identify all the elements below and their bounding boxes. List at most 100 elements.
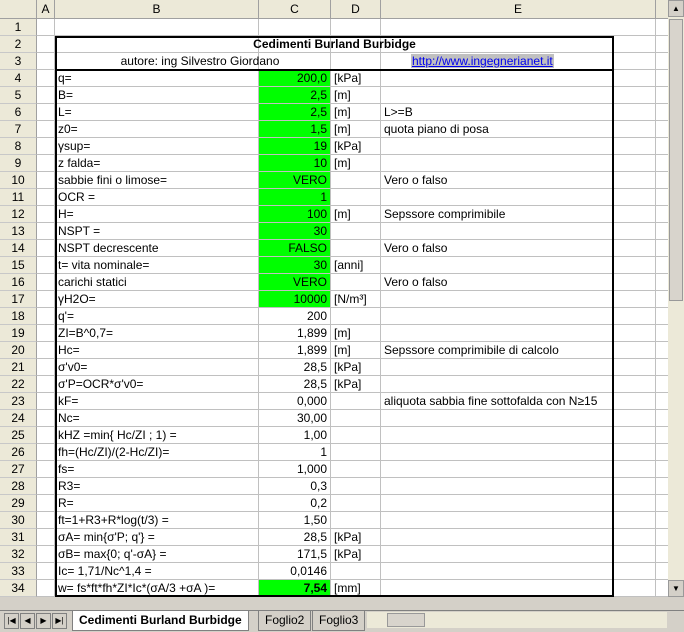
row-header[interactable]: 33 — [0, 563, 37, 580]
row-header[interactable]: 20 — [0, 342, 37, 359]
cell-note[interactable] — [381, 155, 656, 172]
row-header[interactable]: 23 — [0, 393, 37, 410]
row-header[interactable]: 26 — [0, 444, 37, 461]
cell-label[interactable]: q'= — [55, 308, 259, 325]
cell-f[interactable] — [656, 87, 668, 104]
scroll-up-icon[interactable]: ▲ — [668, 0, 684, 17]
cell-note[interactable] — [381, 308, 656, 325]
cell-a[interactable] — [37, 172, 55, 189]
cell-f[interactable] — [656, 240, 668, 257]
cell-note[interactable] — [381, 512, 656, 529]
cell-label[interactable]: ft=1+R3+R*log(t/3) = — [55, 512, 259, 529]
cell-value[interactable]: 0,3 — [259, 478, 331, 495]
cell-a[interactable] — [37, 223, 55, 240]
vertical-scroll-thumb[interactable] — [669, 19, 683, 301]
cell-unit[interactable] — [331, 240, 381, 257]
cell-a[interactable] — [37, 563, 55, 580]
cell-a[interactable] — [37, 70, 55, 87]
cell-label[interactable]: R3= — [55, 478, 259, 495]
cell-f[interactable] — [656, 274, 668, 291]
cell-unit[interactable] — [331, 478, 381, 495]
cell-f[interactable] — [656, 359, 668, 376]
cell-note[interactable] — [381, 461, 656, 478]
row-header[interactable]: 9 — [0, 155, 37, 172]
cell-note[interactable]: Vero o falso — [381, 172, 656, 189]
cell-label[interactable]: NSPT = — [55, 223, 259, 240]
cell-note[interactable] — [381, 19, 656, 36]
row-header[interactable]: 10 — [0, 172, 37, 189]
row-header[interactable]: 5 — [0, 87, 37, 104]
cell-label[interactable]: sabbie fini o limose= — [55, 172, 259, 189]
cell-a[interactable] — [37, 121, 55, 138]
cell-a[interactable] — [37, 291, 55, 308]
cell-unit[interactable]: [kPa] — [331, 376, 381, 393]
cell-note[interactable] — [381, 257, 656, 274]
cell-unit[interactable] — [331, 427, 381, 444]
tab-cedimenti[interactable]: Cedimenti Burland Burbidge — [72, 611, 249, 631]
cell-note[interactable] — [381, 546, 656, 563]
cell-a[interactable] — [37, 495, 55, 512]
cell-note[interactable] — [381, 291, 656, 308]
cell-unit[interactable]: [kPa] — [331, 546, 381, 563]
cell-value[interactable]: 0,000 — [259, 393, 331, 410]
cell-unit[interactable] — [331, 512, 381, 529]
cell-f[interactable] — [656, 325, 668, 342]
cell-f[interactable] — [656, 478, 668, 495]
row-header[interactable]: 16 — [0, 274, 37, 291]
cell-value[interactable]: 30 — [259, 223, 331, 240]
row-header[interactable]: 19 — [0, 325, 37, 342]
cell-a[interactable] — [37, 206, 55, 223]
cell-value[interactable]: 2,5 — [259, 104, 331, 121]
cell-label[interactable]: kHZ =min{ Hc/ZI ; 1) = — [55, 427, 259, 444]
cell-note[interactable]: aliquota sabbia fine sottofalda con N≥15 — [381, 393, 656, 410]
row-header[interactable]: 32 — [0, 546, 37, 563]
cell-value[interactable]: 7,54 — [259, 580, 331, 597]
cell-label[interactable]: NSPT decrescente — [55, 240, 259, 257]
cell-note[interactable] — [381, 410, 656, 427]
row-header[interactable]: 4 — [0, 70, 37, 87]
column-header-f[interactable] — [656, 0, 668, 19]
row-header[interactable]: 24 — [0, 410, 37, 427]
cell-unit[interactable]: [anni] — [331, 257, 381, 274]
row-header[interactable]: 22 — [0, 376, 37, 393]
cell-label[interactable]: L= — [55, 104, 259, 121]
cell-f[interactable] — [656, 19, 668, 36]
cell-unit[interactable] — [331, 393, 381, 410]
cell-a[interactable] — [37, 274, 55, 291]
cell-a[interactable] — [37, 342, 55, 359]
row-header[interactable]: 14 — [0, 240, 37, 257]
cell-value[interactable]: 28,5 — [259, 376, 331, 393]
cell-note[interactable]: Vero o falso — [381, 274, 656, 291]
cell-a[interactable] — [37, 529, 55, 546]
cell-unit[interactable] — [331, 410, 381, 427]
cell-value[interactable]: 1,00 — [259, 427, 331, 444]
cell-a[interactable] — [37, 427, 55, 444]
cell-label[interactable]: q= — [55, 70, 259, 87]
cell-label[interactable]: ZI=B^0,7= — [55, 325, 259, 342]
cell-unit[interactable]: [m] — [331, 104, 381, 121]
cell-value[interactable] — [259, 19, 331, 36]
row-header[interactable]: 29 — [0, 495, 37, 512]
cell-unit[interactable]: [kPa] — [331, 70, 381, 87]
cell-f[interactable] — [656, 70, 668, 87]
row-header[interactable]: 2 — [0, 36, 37, 53]
cell-f[interactable] — [656, 580, 668, 597]
tab-foglio2[interactable]: Foglio2 — [258, 611, 312, 631]
cell-a[interactable] — [37, 478, 55, 495]
website-link[interactable]: http://www.ingegnerianet.it — [411, 54, 554, 68]
column-header-a[interactable]: A — [37, 0, 55, 19]
cell-label[interactable]: z falda= — [55, 155, 259, 172]
cell-a[interactable] — [37, 104, 55, 121]
cell-value[interactable]: 0,0146 — [259, 563, 331, 580]
cell-f[interactable] — [656, 189, 668, 206]
cell-label[interactable]: Nc= — [55, 410, 259, 427]
cell-a[interactable] — [37, 308, 55, 325]
cell-label[interactable]: z0= — [55, 121, 259, 138]
cell-value[interactable]: VERO — [259, 172, 331, 189]
cell-unit[interactable]: [m] — [331, 342, 381, 359]
cell-a[interactable] — [37, 138, 55, 155]
cell-note[interactable] — [381, 444, 656, 461]
row-header[interactable]: 34 — [0, 580, 37, 597]
cell-f[interactable] — [656, 393, 668, 410]
cell-value[interactable]: 28,5 — [259, 359, 331, 376]
